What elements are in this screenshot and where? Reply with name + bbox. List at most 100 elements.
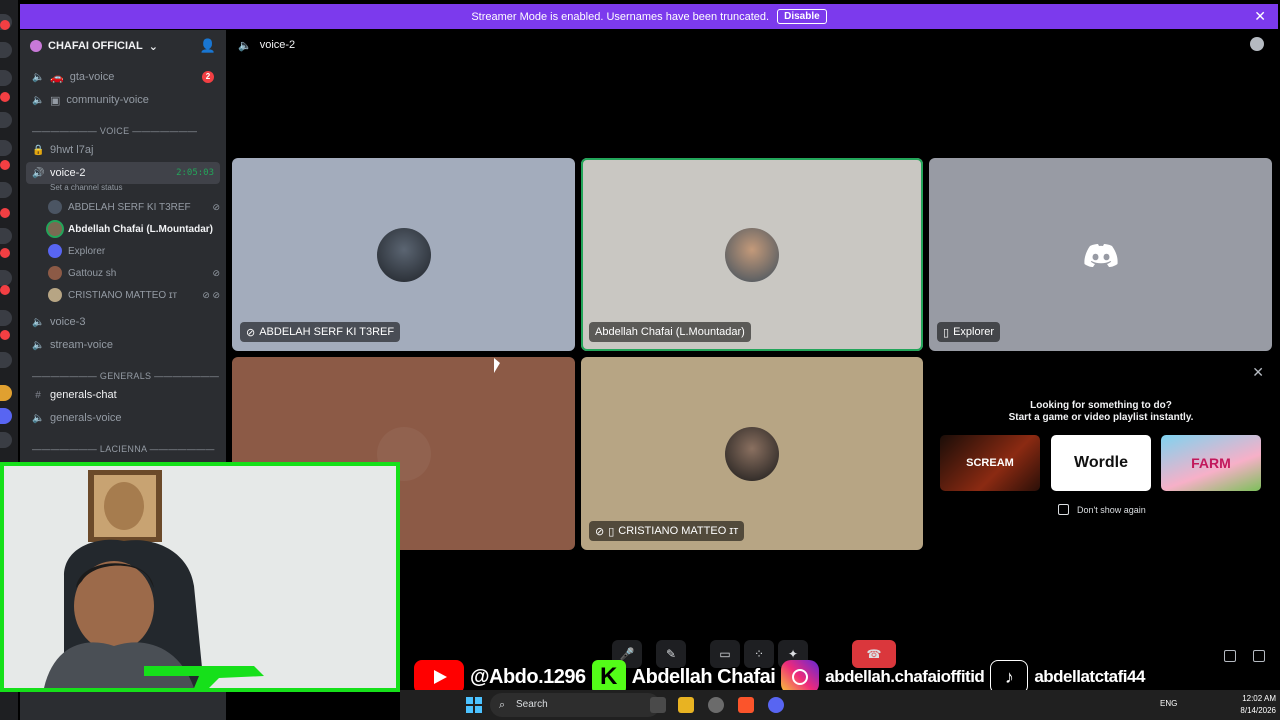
app-icon[interactable]	[708, 697, 724, 713]
participant-tile[interactable]: ⊘ ABDELAH SERF KI T3REF	[232, 158, 575, 351]
search-placeholder: Search	[516, 699, 548, 710]
channel-voice-2[interactable]: 🔊 voice-2 2:05:03	[26, 162, 220, 184]
brave-browser-icon[interactable]	[738, 697, 754, 713]
game-card-wordle[interactable]: Wordle	[1051, 435, 1151, 491]
speaker-icon: 🔈	[32, 316, 45, 328]
chat-icon[interactable]	[1250, 37, 1264, 51]
discord-app-icon[interactable]	[768, 697, 784, 713]
avatar	[48, 200, 62, 214]
task-view-icon[interactable]	[650, 697, 666, 713]
screen: Streamer Mode is enabled. Usernames have…	[0, 0, 1280, 720]
mouse-cursor-icon	[494, 358, 500, 373]
participant-name: Abdellah Chafai (L.Mountadar)	[595, 326, 745, 338]
participant-tile[interactable]: ▯ Explorer	[929, 158, 1272, 351]
close-icon[interactable]: ✕	[1254, 8, 1266, 25]
member-name: Explorer	[68, 245, 106, 257]
channel-generals-chat[interactable]: # generals-chat	[26, 384, 220, 406]
channel-community-voice[interactable]: 🔈 ▣ community-voice	[26, 89, 220, 111]
participant-tile[interactable]: ⊘ ▯ CRISTIANO MATTEO ɪᴛ	[581, 357, 923, 550]
avatar	[725, 227, 779, 282]
voice-member[interactable]: ABDELAH SERF KI T3REF ⊘	[48, 197, 220, 217]
chevron-down-icon: ⌄	[148, 40, 158, 53]
taskbar-search[interactable]: ⌕ Search	[490, 693, 660, 717]
call-topbar: 🔈 voice-2	[228, 34, 1278, 56]
channel-gta-voice[interactable]: 🔈 🚗 gta-voice 2	[26, 66, 220, 88]
server-icon[interactable]	[0, 310, 12, 326]
voice-member[interactable]: CRISTIANO MATTEO ɪᴛ ⊘ ⊘	[48, 285, 220, 305]
server-icon[interactable]	[0, 352, 12, 368]
activity-subheading: Start a game or video playlist instantly…	[1008, 412, 1194, 423]
channel-title: voice-2	[259, 39, 296, 51]
member-name: Gattouz sh	[68, 267, 117, 279]
popout-icon[interactable]	[1224, 650, 1236, 662]
channel-generals-voice[interactable]: 🔈 generals-voice	[26, 407, 220, 429]
avatar	[48, 222, 62, 236]
clock-time: 12:02 AM	[1242, 694, 1276, 703]
hash-icon: #	[35, 389, 41, 401]
webcam-overlay	[0, 462, 400, 692]
tiktok-handle: abdellatctafi44	[1034, 667, 1145, 686]
game-card-scream[interactable]: SCREAM	[940, 435, 1040, 491]
server-icon[interactable]	[0, 70, 12, 86]
server-icon[interactable]	[0, 182, 12, 198]
channel-status[interactable]: Set a channel status	[50, 183, 123, 192]
server-icon[interactable]	[0, 432, 12, 448]
avatar	[48, 244, 62, 258]
participant-name: CRISTIANO MATTEO ɪᴛ	[618, 525, 739, 537]
checkbox[interactable]	[1058, 504, 1069, 515]
voice-member[interactable]: Gattouz sh ⊘	[48, 263, 220, 283]
avatar	[376, 227, 431, 282]
cube-icon: ▣	[50, 94, 61, 107]
server-icon[interactable]	[0, 140, 12, 156]
participant-label: ▯ Explorer	[937, 322, 1001, 342]
server-icon[interactable]	[0, 42, 12, 58]
channel-label: stream-voice	[50, 339, 113, 351]
channel-locked[interactable]: 🔒 9hwt l7aj	[26, 139, 220, 161]
unread-badge	[0, 20, 10, 30]
server-icon[interactable]	[0, 270, 12, 286]
windows-start-icon[interactable]	[466, 697, 482, 713]
avatar	[725, 426, 779, 481]
server-icon[interactable]	[0, 408, 12, 424]
voice-member[interactable]: Abdellah Chafai (L.Mountadar)	[48, 219, 220, 239]
avatar	[48, 288, 62, 302]
server-header[interactable]: CHAFAI OFFICIAL ⌄ 👤	[20, 30, 226, 62]
channel-label: 9hwt l7aj	[50, 144, 94, 156]
channel-stream-voice[interactable]: 🔈 stream-voice	[26, 334, 220, 356]
mobile-icon: ▯	[608, 525, 615, 538]
member-name: ABDELAH SERF KI T3REF	[68, 201, 191, 213]
server-name: CHAFAI OFFICIAL	[48, 40, 143, 52]
category-generals[interactable]: ——————— GENERALS ———————	[32, 371, 219, 381]
taskbar-clock[interactable]: 12:02 AM 8/14/2026	[1240, 693, 1276, 717]
add-member-icon[interactable]: 👤	[200, 38, 216, 54]
category-lacienna[interactable]: ——————— LACIENNA ———————	[32, 444, 215, 454]
member-name: CRISTIANO MATTEO ɪᴛ	[68, 289, 178, 301]
game-title: FARM	[1191, 455, 1231, 471]
tiktok-icon: ♪	[990, 660, 1029, 694]
language-indicator[interactable]: ENG	[1160, 699, 1177, 708]
file-explorer-icon[interactable]	[678, 697, 694, 713]
game-card-farm[interactable]: FARM	[1161, 435, 1261, 491]
category-voice[interactable]: ——————— VOICE ———————	[32, 126, 197, 136]
dont-show-again[interactable]: Don't show again	[1058, 504, 1146, 515]
muted-mic-icon: ⊘	[246, 326, 256, 339]
server-avatar-icon	[30, 40, 42, 52]
channel-label: gta-voice	[69, 71, 115, 83]
participant-label: Abdellah Chafai (L.Mountadar)	[589, 322, 751, 342]
activity-heading: Looking for something to do?	[1030, 400, 1172, 411]
unread-badge	[0, 160, 10, 170]
car-icon: 🚗	[50, 71, 64, 84]
voice-member[interactable]: Explorer	[48, 241, 220, 261]
server-icon[interactable]	[0, 228, 12, 244]
channel-voice-3[interactable]: 🔈 voice-3	[26, 311, 220, 333]
instagram-handle: abdellah.chafaioffitid	[825, 667, 985, 686]
clock-date: 8/14/2026	[1240, 706, 1276, 715]
windows-taskbar: ⌕ Search ENG 12:02 AM 8/14/2026	[400, 690, 1280, 720]
server-icon[interactable]	[0, 385, 12, 401]
participant-tile[interactable]: Abdellah Chafai (L.Mountadar)	[581, 158, 923, 351]
fullscreen-icon[interactable]	[1253, 650, 1265, 662]
disable-button[interactable]: Disable	[777, 9, 827, 24]
server-icon[interactable]	[0, 112, 12, 128]
close-icon[interactable]: ✕	[1252, 364, 1264, 381]
unread-badge	[0, 92, 10, 102]
